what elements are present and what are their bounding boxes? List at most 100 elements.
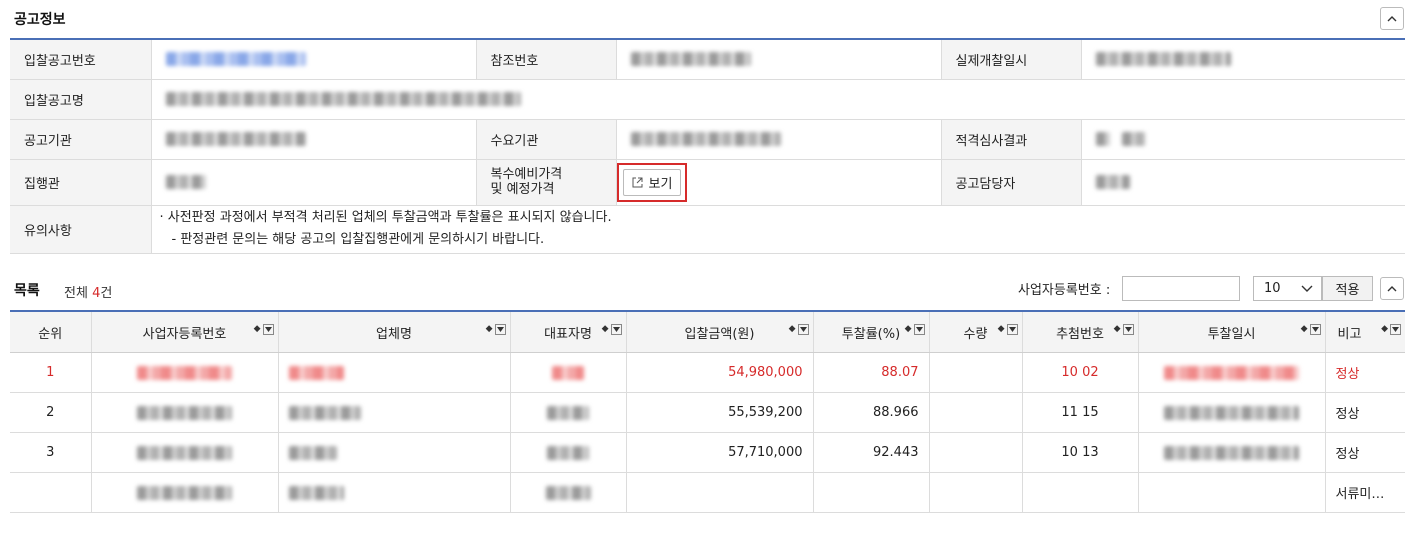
- sort-icon[interactable]: ◆: [1301, 325, 1308, 334]
- dropdown-icon[interactable]: [610, 324, 622, 335]
- col-header-ceo[interactable]: 대표자명 ◆: [510, 310, 627, 353]
- col-header-note[interactable]: 비고 ◆: [1325, 310, 1405, 353]
- sort-icon[interactable]: ◆: [602, 325, 609, 334]
- bid-name-label: 입찰공고명: [10, 79, 152, 120]
- col-header-amount[interactable]: 입찰금액(원) ◆: [626, 310, 814, 353]
- ref-no-value: [616, 38, 942, 80]
- dropdown-icon[interactable]: [1309, 324, 1321, 335]
- cell-company[interactable]: [278, 352, 511, 393]
- dropdown-icon[interactable]: [494, 324, 506, 335]
- reg-no-filter-label: 사업자등록번호 :: [1018, 283, 1111, 298]
- cell-company[interactable]: [278, 432, 511, 473]
- page-size-select[interactable]: 10: [1253, 276, 1322, 301]
- sort-icon[interactable]: ◆: [905, 325, 912, 334]
- cell-company[interactable]: [278, 392, 511, 433]
- qualification-value[interactable]: [1081, 119, 1405, 160]
- cell-note: 정상: [1325, 352, 1405, 393]
- view-button-highlight: 보기: [616, 162, 688, 202]
- dropdown-icon[interactable]: [797, 324, 809, 335]
- sort-control[interactable]: ◆: [1301, 324, 1321, 335]
- col-header-qty[interactable]: 수량 ◆: [929, 310, 1023, 353]
- page-size-value: 10: [1264, 281, 1281, 296]
- sort-control[interactable]: ◆: [789, 324, 809, 335]
- col-header-bid-time[interactable]: 투찰일시 ◆: [1138, 310, 1326, 353]
- sort-icon[interactable]: ◆: [1381, 325, 1388, 334]
- apply-button[interactable]: 적용: [1322, 276, 1373, 301]
- cell-note: 정상: [1325, 432, 1405, 473]
- info-row: 유의사항 · 사전판정 과정에서 부적격 처리된 업체의 투찰금액과 투찰률은 …: [10, 205, 1405, 254]
- cell-company[interactable]: [278, 472, 511, 513]
- cell-reg-no[interactable]: [91, 392, 279, 433]
- col-header-reg-no[interactable]: 사업자등록번호 ◆: [91, 310, 279, 353]
- table-row[interactable]: 3 57,710,000 92.443 10 13 정상: [10, 432, 1405, 473]
- total-prefix: 전체: [64, 286, 93, 301]
- sort-control[interactable]: ◆: [905, 324, 925, 335]
- table-row[interactable]: 1 54,980,000 88.07 10 02 정상: [10, 352, 1405, 393]
- multi-price-label-line2: 및 예정가격: [490, 182, 555, 197]
- sort-icon[interactable]: ◆: [486, 325, 493, 334]
- cell-draw: [1022, 472, 1139, 513]
- col-header-draw[interactable]: 추첨번호 ◆: [1022, 310, 1139, 353]
- cell-reg-no[interactable]: [91, 352, 279, 393]
- cell-draw: 10 02: [1022, 352, 1139, 393]
- cell-note[interactable]: 서류미…: [1325, 472, 1405, 513]
- dropdown-icon[interactable]: [262, 324, 274, 335]
- cell-amount: 57,710,000: [626, 432, 814, 473]
- actual-open-value: [1081, 38, 1405, 80]
- info-row: 입찰공고번호 참조번호 실제개찰일시: [10, 38, 1405, 80]
- view-button-label: 보기: [648, 176, 673, 192]
- cell-draw: 11 15: [1022, 392, 1139, 433]
- table-row[interactable]: 2 55,539,200 88.966 11 15 정상: [10, 392, 1405, 433]
- cell-reg-no[interactable]: [91, 472, 279, 513]
- notice-collapse-button[interactable]: [1380, 7, 1404, 30]
- sort-control[interactable]: ◆: [1381, 324, 1401, 335]
- col-header-company[interactable]: 업체명 ◆: [278, 310, 511, 353]
- agency-value: [151, 119, 477, 160]
- cell-ceo: [510, 392, 627, 433]
- info-row: 입찰공고명: [10, 79, 1405, 120]
- info-row: 집행관 복수예비가격 및 예정가격 보기 공고담당자: [10, 159, 1405, 206]
- reg-no-filter-input[interactable]: [1122, 276, 1240, 301]
- col-header-rate[interactable]: 투찰률(%) ◆: [813, 310, 930, 353]
- sort-icon[interactable]: ◆: [1114, 325, 1121, 334]
- cell-amount: 54,980,000: [626, 352, 814, 393]
- view-button[interactable]: 보기: [622, 168, 682, 196]
- sort-icon[interactable]: ◆: [789, 325, 796, 334]
- bid-no-value[interactable]: [151, 38, 477, 80]
- list-collapse-button[interactable]: [1380, 277, 1404, 300]
- cell-note: 정상: [1325, 392, 1405, 433]
- multi-price-value: 보기: [616, 159, 942, 206]
- executor-value: [151, 159, 477, 206]
- cell-rank: 2: [10, 392, 92, 433]
- cell-qty: [929, 392, 1023, 433]
- multi-price-label: 복수예비가격 및 예정가격: [476, 159, 617, 206]
- manager-label: 공고담당자: [941, 159, 1082, 206]
- chevron-up-icon: [1387, 15, 1397, 21]
- sort-icon[interactable]: ◆: [254, 325, 261, 334]
- sort-control[interactable]: ◆: [486, 324, 506, 335]
- sort-control[interactable]: ◆: [254, 324, 274, 335]
- notice-info-table: 입찰공고번호 참조번호 실제개찰일시 입찰공고명 공고기관 수요기관 적격심사결…: [10, 38, 1405, 254]
- cell-bid-time: [1138, 352, 1326, 393]
- dropdown-icon[interactable]: [1390, 324, 1401, 335]
- cell-ceo: [510, 352, 627, 393]
- bid-name-value: [151, 79, 1405, 120]
- cell-qty: [929, 472, 1023, 513]
- dropdown-icon[interactable]: [1006, 324, 1018, 335]
- cell-qty: [929, 352, 1023, 393]
- col-header-rank[interactable]: 순위: [10, 310, 92, 353]
- dropdown-icon[interactable]: [913, 324, 925, 335]
- sort-control[interactable]: ◆: [602, 324, 622, 335]
- cell-bid-time: [1138, 432, 1326, 473]
- cell-rank: 3: [10, 432, 92, 473]
- table-row[interactable]: 서류미…: [10, 472, 1405, 513]
- cell-draw: 10 13: [1022, 432, 1139, 473]
- qualification-label: 적격심사결과: [941, 119, 1082, 160]
- sort-icon[interactable]: ◆: [998, 325, 1005, 334]
- dropdown-icon[interactable]: [1122, 324, 1134, 335]
- sort-control[interactable]: ◆: [998, 324, 1018, 335]
- sort-control[interactable]: ◆: [1114, 324, 1134, 335]
- notes-value: · 사전판정 과정에서 부적격 처리된 업체의 투찰금액과 투찰률은 표시되지 …: [151, 205, 1405, 254]
- cell-reg-no[interactable]: [91, 432, 279, 473]
- notes-line-2: - 판정관련 문의는 해당 공고의 입찰집행관에게 문의하시기 바랍니다.: [171, 232, 545, 247]
